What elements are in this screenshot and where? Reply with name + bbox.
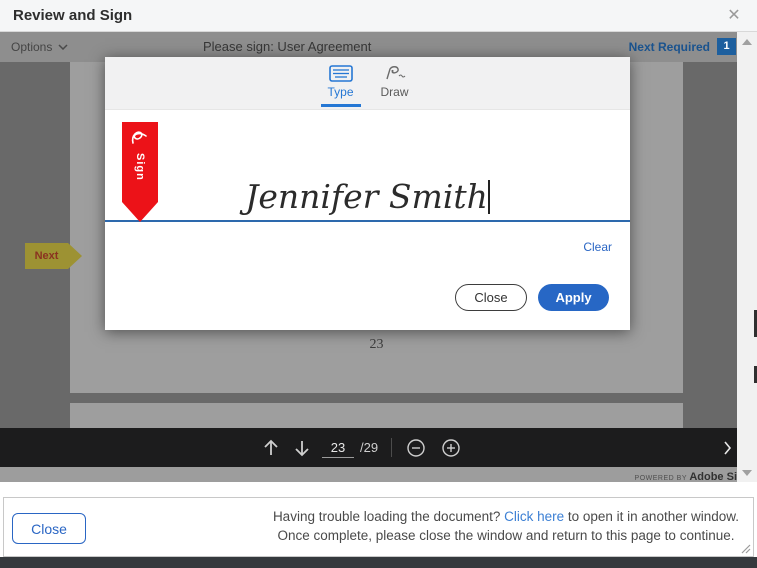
powered-by-prefix: POWERED BY	[635, 475, 690, 482]
adobe-sign-ribbon: Sign	[122, 122, 158, 222]
arrow-down-icon	[293, 438, 311, 458]
window-title: Review and Sign	[13, 0, 132, 31]
ribbon-point	[122, 202, 158, 222]
page-total-label: /29	[360, 428, 378, 467]
footer-help-text: Having trouble loading the document? Cli…	[273, 507, 739, 545]
arrow-up-icon	[262, 438, 280, 458]
next-tag-label: Next	[25, 243, 68, 269]
window-bottom-edge	[0, 557, 757, 568]
next-required-count-badge: 1	[717, 38, 736, 55]
signature-apply-button[interactable]: Apply	[538, 284, 609, 311]
next-field-tag[interactable]: Next	[25, 243, 68, 269]
signature-close-button[interactable]: Close	[455, 284, 527, 311]
document-page-next	[70, 403, 683, 428]
resize-handle-icon[interactable]	[740, 543, 751, 554]
next-page-button[interactable]	[293, 428, 311, 467]
page-number-label: 23	[70, 337, 683, 353]
footer-help-line1: Having trouble loading the document? Cli…	[273, 507, 739, 526]
active-tab-underline	[321, 104, 361, 107]
tab-draw[interactable]: Draw	[372, 57, 418, 109]
pdf-navigation-bar: /29	[0, 428, 737, 467]
next-required-button[interactable]: Next Required	[629, 32, 710, 62]
next-tag-arrow	[68, 243, 82, 269]
zoom-in-button[interactable]	[441, 428, 461, 467]
signature-input[interactable]: Jennifer Smith	[105, 110, 630, 222]
signature-text: Jennifer Smith	[105, 177, 630, 216]
tab-type-label: Type	[327, 85, 353, 99]
tab-draw-label: Draw	[380, 85, 408, 99]
footer-close-button[interactable]: Close	[12, 513, 86, 544]
clear-signature-link[interactable]: Clear	[583, 240, 612, 254]
previous-page-button[interactable]	[262, 428, 280, 467]
page-number-input[interactable]	[322, 437, 354, 458]
footer-panel: Close Having trouble loading the documen…	[3, 497, 754, 557]
signature-tabs: Type Draw	[105, 57, 630, 110]
zoom-out-icon	[406, 438, 426, 458]
toolbar-divider	[391, 438, 392, 457]
window-close-icon[interactable]: ✕	[719, 0, 749, 31]
window-titlebar: Review and Sign ✕	[0, 0, 757, 32]
signature-dialog: Type Draw Jennifer Smith Sign	[105, 57, 630, 330]
options-label: Options	[11, 40, 52, 54]
options-menu[interactable]: Options	[11, 32, 68, 62]
powered-by-strip: POWERED BY Adobe Si	[0, 467, 737, 482]
signature-dialog-buttons: Close Apply	[455, 284, 609, 311]
adobe-sign-logo-icon	[129, 127, 151, 149]
chevron-right-icon	[723, 441, 732, 455]
viewer-scrollbar[interactable]	[737, 32, 757, 482]
keyboard-icon	[329, 65, 353, 82]
scroll-down-icon[interactable]	[742, 470, 752, 476]
tab-type[interactable]: Type	[318, 57, 364, 109]
footer-help-line2: Once complete, please close the window a…	[273, 526, 739, 545]
pen-icon	[383, 65, 407, 82]
text-cursor	[488, 180, 490, 214]
ribbon-sign-label: Sign	[134, 153, 146, 181]
zoom-in-icon	[441, 438, 461, 458]
zoom-out-button[interactable]	[406, 428, 426, 467]
chevron-down-icon	[58, 44, 68, 50]
scroll-up-icon[interactable]	[742, 39, 752, 45]
click-here-link[interactable]: Click here	[504, 509, 564, 524]
review-and-sign-window: Review and Sign ✕ Options Please sign: U…	[0, 0, 757, 568]
toolbar-expand-button[interactable]	[723, 428, 732, 467]
adobe-brand-label: Adobe Si	[689, 471, 737, 482]
